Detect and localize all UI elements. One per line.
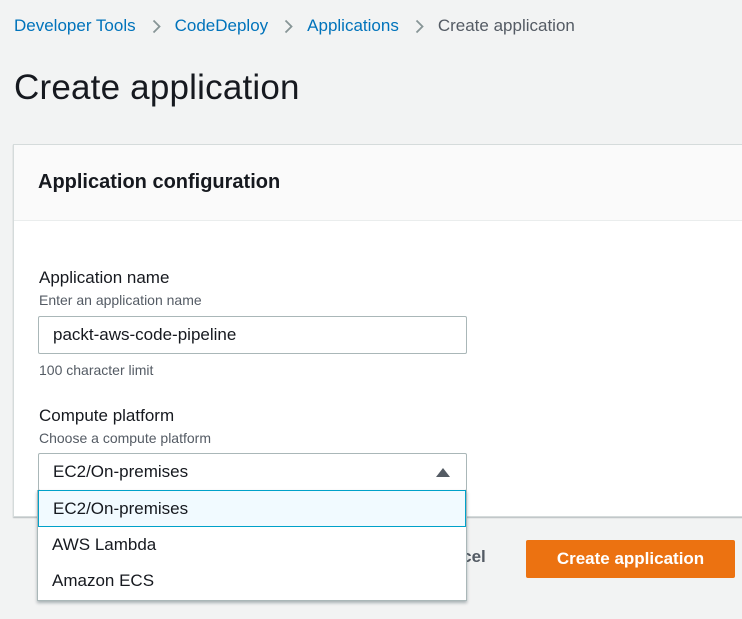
breadcrumb-developer-tools[interactable]: Developer Tools [14,16,136,36]
chevron-right-icon [152,19,161,34]
compute-platform-selected-value: EC2/On-premises [53,462,189,481]
create-application-button[interactable]: Create application [526,540,735,578]
breadcrumb-current: Create application [437,16,575,35]
page-title: Create application [14,68,300,107]
breadcrumb-codedeploy[interactable]: CodeDeploy [175,16,269,36]
application-configuration-panel: Application configuration Application na… [13,144,742,517]
option-aws-lambda[interactable]: AWS Lambda [38,527,466,563]
application-name-label: Application name [39,268,170,287]
caret-up-icon [436,467,450,477]
compute-platform-dropdown: EC2/On-premises AWS Lambda Amazon ECS [37,490,467,601]
breadcrumb: Developer Tools CodeDeploy Applications … [14,16,575,36]
application-name-constraint: 100 character limit [39,362,154,378]
chevron-right-icon [284,19,293,34]
application-name-input[interactable] [38,316,467,354]
option-amazon-ecs[interactable]: Amazon ECS [38,563,466,599]
compute-platform-description: Choose a compute platform [39,430,211,446]
compute-platform-label: Compute platform [39,406,175,425]
panel-title: Application configuration [38,171,281,193]
chevron-right-icon [415,19,424,34]
breadcrumb-applications[interactable]: Applications [307,16,399,36]
compute-platform-select[interactable]: EC2/On-premises [38,453,467,491]
application-name-description: Enter an application name [39,292,202,308]
option-ec2-on-premises[interactable]: EC2/On-premises [38,490,466,527]
panel-header: Application configuration [14,145,742,221]
